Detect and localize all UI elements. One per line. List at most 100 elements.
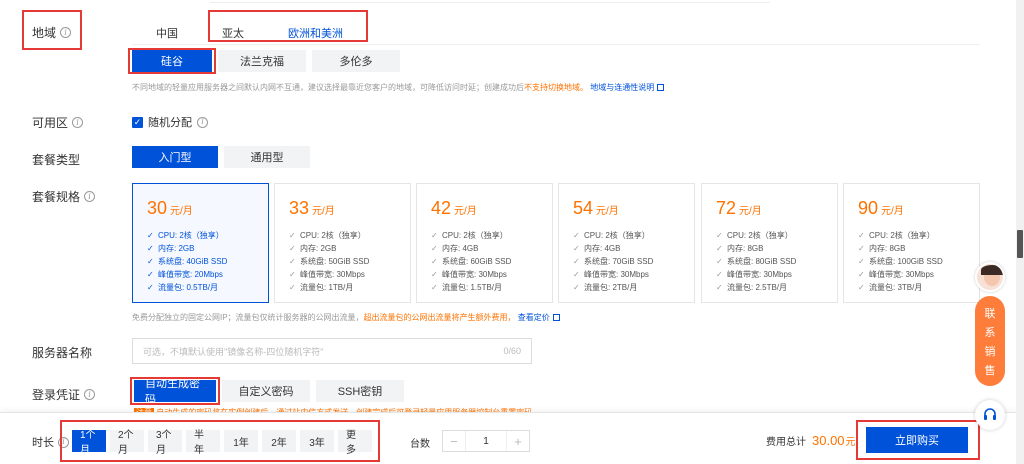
spec-item: ✓ 系统盘: 80GiB SSD	[716, 255, 837, 268]
login-method-selector: 自动生成密码 自定义密码 SSH密钥	[134, 378, 404, 406]
random-zone-option[interactable]: ✓ 随机分配 i	[132, 114, 208, 130]
check-icon: ✓	[147, 283, 154, 292]
tab-asia-pacific[interactable]: 亚太	[222, 25, 244, 41]
spec-text: 内存: 8GB	[727, 244, 764, 253]
package-price: 90 元/月	[858, 198, 979, 219]
external-link-icon[interactable]	[657, 84, 665, 92]
buy-now-button[interactable]: 立即购买	[866, 427, 968, 453]
avatar[interactable]	[975, 262, 1005, 292]
contact-sales-tab[interactable]: 联 系 销 售	[975, 296, 1005, 386]
check-icon: ✓	[716, 244, 723, 253]
server-name-input[interactable]: 可选，不填默认使用"镜像名称-四位随机字符" 0/60	[132, 338, 532, 364]
duration-2-years[interactable]: 2年	[262, 430, 296, 452]
city-frankfurt[interactable]: 法兰克福	[218, 50, 306, 72]
spec-item: ✓ 峰值带宽: 30Mbps	[573, 268, 694, 281]
duration-1-year[interactable]: 1年	[224, 430, 258, 452]
spec-text: 流量包: 3TB/月	[869, 283, 923, 292]
info-icon[interactable]: i	[197, 116, 208, 128]
package-type-general[interactable]: 通用型	[224, 146, 310, 168]
tab-china[interactable]: 中国	[156, 25, 178, 41]
spec-item: ✓ 系统盘: 50GiB SSD	[289, 255, 410, 268]
price-value: 30	[147, 198, 168, 218]
info-icon[interactable]: i	[84, 191, 96, 202]
spec-item: ✓ 流量包: 0.5TB/月	[147, 281, 268, 294]
contact-char: 销	[984, 345, 996, 358]
decrement-button[interactable]: −	[443, 434, 465, 449]
check-icon: ✓	[716, 283, 723, 292]
package-card[interactable]: 33 元/月 ✓ CPU: 2核（独享） ✓ 内存: 2GB ✓ 系统盘: 50GiB SSD…	[274, 183, 411, 303]
duration-3-years[interactable]: 3年	[300, 430, 334, 452]
duration-selector: 1个月 2个月 3个月 半年 1年 2年 3年 更多	[72, 430, 376, 456]
info-icon[interactable]: i	[84, 389, 96, 400]
tabs-divider	[132, 44, 980, 45]
zone-label-text: 可用区	[32, 116, 69, 130]
package-card[interactable]: 72 元/月 ✓ CPU: 2核（独享） ✓ 内存: 8GB ✓ 系统盘: 80GiB SSD…	[701, 183, 838, 303]
contact-char: 系	[984, 326, 996, 339]
login-auto-password[interactable]: 自动生成密码	[134, 378, 216, 406]
region-note-text: 不同地域的轻量应用服务器之间默认内网不互通，建议选择最靠近您客户的地域，可降低访…	[132, 83, 524, 92]
total-amount: 30.00	[812, 433, 845, 448]
increment-button[interactable]: +	[507, 434, 529, 449]
contact-char: 售	[984, 364, 996, 377]
login-custom-password[interactable]: 自定义密码	[222, 380, 310, 402]
duration-more[interactable]: 更多	[338, 430, 372, 456]
info-icon[interactable]: i	[60, 27, 72, 38]
duration-1-month[interactable]: 1个月	[72, 430, 106, 456]
price-value: 42	[431, 198, 452, 218]
check-icon: ✓	[858, 283, 865, 292]
spec-item: ✓ CPU: 2核（独享）	[431, 229, 552, 242]
spec-text: 内存: 2GB	[300, 244, 337, 253]
spec-item: ✓ 系统盘: 100GiB SSD	[858, 255, 979, 268]
package-card[interactable]: 30 元/月 ✓ CPU: 2核（独享） ✓ 内存: 2GB ✓ 系统盘: 40GiB SSD…	[132, 183, 269, 303]
info-icon[interactable]: i	[58, 436, 69, 448]
server-name-placeholder: 可选，不填默认使用"镜像名称-四位随机字符"	[143, 346, 324, 357]
city-silicon-valley[interactable]: 硅谷	[132, 50, 212, 72]
login-label-text: 登录凭证	[32, 388, 81, 402]
check-icon: ✓	[431, 244, 438, 253]
spec-item: ✓ 内存: 2GB	[289, 242, 410, 255]
login-ssh-key[interactable]: SSH密钥	[316, 380, 404, 402]
info-icon[interactable]: i	[72, 117, 84, 128]
view-pricing-link[interactable]: 查看定价	[518, 313, 550, 322]
city-toronto[interactable]: 多伦多	[312, 50, 400, 72]
scrollbar-thumb[interactable]	[1017, 230, 1023, 258]
headset-support-button[interactable]	[975, 400, 1005, 430]
spec-text: 内存: 8GB	[869, 244, 906, 253]
login-label: 登录凭证 i	[32, 386, 96, 403]
check-icon: ✓	[147, 270, 154, 279]
check-icon: ✓	[716, 270, 723, 279]
check-icon: ✓	[289, 257, 296, 266]
region-connectivity-link[interactable]: 地域与连通性说明	[590, 83, 654, 92]
spec-list: ✓ CPU: 2核（独享） ✓ 内存: 2GB ✓ 系统盘: 50GiB SSD ✓ 峰值带宽…	[289, 229, 410, 294]
spec-item: ✓ CPU: 2核（独享）	[573, 229, 694, 242]
server-name-label-text: 服务器名称	[32, 346, 93, 360]
spec-text: CPU: 2核（独享）	[869, 231, 935, 240]
duration-half-year[interactable]: 半年	[186, 430, 220, 456]
external-link-icon[interactable]	[552, 314, 560, 322]
package-card[interactable]: 90 元/月 ✓ CPU: 2核（独享） ✓ 内存: 8GB ✓ 系统盘: 100GiB SS…	[843, 183, 980, 303]
package-card[interactable]: 42 元/月 ✓ CPU: 2核（独享） ✓ 内存: 4GB ✓ 系统盘: 60GiB SSD…	[416, 183, 553, 303]
zone-label: 可用区 i	[32, 114, 84, 131]
price-unit: 元/月	[454, 206, 477, 217]
count-input[interactable]: 1	[465, 431, 507, 451]
checkbox-checked-icon[interactable]: ✓	[132, 116, 143, 128]
spec-text: 系统盘: 50GiB SSD	[300, 257, 370, 266]
package-type-entry[interactable]: 入门型	[132, 146, 218, 168]
spec-item: ✓ 系统盘: 70GiB SSD	[573, 255, 694, 268]
check-icon: ✓	[716, 257, 723, 266]
duration-2-months[interactable]: 2个月	[110, 430, 144, 456]
duration-3-months[interactable]: 3个月	[148, 430, 182, 456]
spec-item: ✓ 流量包: 2.5TB/月	[716, 281, 837, 294]
price-value: 54	[573, 198, 594, 218]
spec-list: ✓ CPU: 2核（独享） ✓ 内存: 4GB ✓ 系统盘: 60GiB SSD ✓ 峰值带宽…	[431, 229, 552, 294]
check-icon: ✓	[289, 231, 296, 240]
active-tab-underline	[288, 40, 338, 42]
spec-note-text: 免费分配独立的固定公网IP；流量包仅统计服务器的公网出流量，	[132, 313, 364, 322]
count-stepper: − 1 +	[442, 430, 530, 452]
package-card[interactable]: 54 元/月 ✓ CPU: 2核（独享） ✓ 内存: 4GB ✓ 系统盘: 70GiB SSD…	[558, 183, 695, 303]
contact-sales-widget[interactable]: 联 系 销 售	[973, 262, 1007, 430]
spec-text: 峰值带宽: 30Mbps	[727, 270, 792, 279]
price-unit: 元/月	[312, 206, 335, 217]
package-type-label: 套餐类型	[32, 151, 80, 168]
tab-europe-americas[interactable]: 欧洲和美洲	[288, 25, 343, 41]
